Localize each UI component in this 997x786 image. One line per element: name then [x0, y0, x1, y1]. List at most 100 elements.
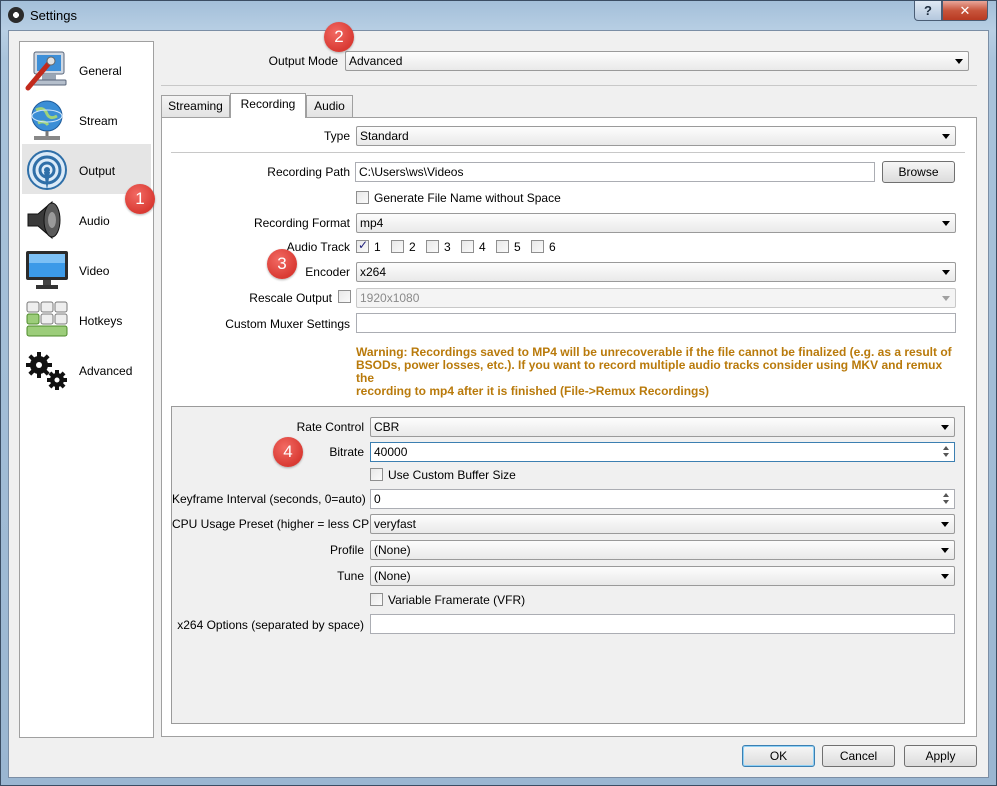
rescale-resolution-value: 1920x1080 — [360, 291, 420, 305]
keyframe-interval-input[interactable]: 0 — [370, 489, 955, 509]
sidebar-item-label: Audio — [79, 214, 110, 228]
audio-track-5-checkbox[interactable] — [496, 240, 509, 253]
profile-label: Profile — [329, 543, 364, 557]
help-button[interactable]: ? — [914, 1, 942, 21]
audio-track-3-checkbox[interactable] — [426, 240, 439, 253]
apply-button[interactable]: Apply — [904, 745, 977, 767]
keyboard-icon — [26, 301, 68, 337]
encoder-value: x264 — [360, 265, 387, 279]
chevron-down-icon — [941, 548, 949, 553]
rate-control-label: Rate Control — [296, 420, 364, 434]
profile-value: (None) — [374, 543, 411, 557]
chevron-down-icon — [942, 270, 950, 275]
rescale-resolution-select[interactable]: 1920x1080 — [356, 288, 956, 308]
rescale-output-checkbox[interactable] — [338, 290, 351, 303]
spin-up-icon[interactable] — [943, 446, 949, 450]
x264-options-label: x264 Options (separated by space) — [177, 618, 364, 632]
sidebar-item-advanced[interactable]: Advanced — [22, 344, 151, 394]
sidebar-item-label: Output — [79, 164, 116, 178]
recording-format-select[interactable]: mp4 — [356, 213, 956, 233]
rate-control-value: CBR — [374, 420, 400, 434]
tab-audio[interactable]: Audio — [306, 95, 353, 117]
audio-track-6-label: 6 — [549, 240, 556, 254]
audio-track-4-label: 4 — [479, 240, 486, 254]
audio-track-label: Audio Track — [286, 240, 350, 254]
tab-streaming[interactable]: Streaming — [161, 95, 230, 117]
vfr-label: Variable Framerate (VFR) — [388, 593, 526, 607]
spin-down-icon[interactable] — [943, 453, 949, 457]
keyframe-interval-value: 0 — [374, 492, 381, 506]
sidebar-item-label: Advanced — [79, 364, 133, 378]
tab-recording[interactable]: Recording — [230, 93, 306, 118]
sidebar-item-label: Stream — [79, 114, 118, 128]
title-bar[interactable]: Settings ? ✕ — [0, 0, 997, 30]
ok-button[interactable]: OK — [742, 745, 815, 767]
cpu-preset-value: veryfast — [374, 517, 417, 531]
audio-track-2-checkbox[interactable] — [391, 240, 404, 253]
x264-options-input[interactable] — [370, 614, 955, 634]
spin-down-icon[interactable] — [943, 500, 949, 504]
type-label: Type — [323, 129, 350, 143]
settings-sidebar: General Stream Output Audio Video Hotkey… — [19, 41, 154, 738]
profile-select[interactable]: (None) — [370, 540, 955, 560]
bitrate-spinner[interactable] — [940, 444, 953, 460]
general-icon — [25, 51, 67, 91]
bitrate-value: 40000 — [374, 445, 408, 459]
obs-logo-icon — [8, 7, 24, 23]
custom-muxer-label: Custom Muxer Settings — [225, 317, 350, 331]
close-button[interactable]: ✕ — [942, 1, 988, 21]
sidebar-item-label: Hotkeys — [79, 314, 123, 328]
annotation-badge-1: 1 — [125, 184, 155, 214]
custom-muxer-input[interactable] — [356, 313, 956, 333]
encoder-label: Encoder — [305, 265, 350, 279]
warning-line: BSODs, power losses, etc.). If you want … — [356, 358, 943, 385]
tune-value: (None) — [374, 569, 411, 583]
chevron-down-icon — [955, 59, 963, 64]
annotation-badge-2: 2 — [324, 22, 354, 52]
sidebar-item-label: Video — [79, 264, 110, 278]
chevron-down-icon — [942, 221, 950, 226]
sidebar-item-hotkeys[interactable]: Hotkeys — [22, 294, 151, 344]
type-value: Standard — [360, 129, 409, 143]
output-mode-select[interactable]: Advanced — [345, 51, 969, 71]
cpu-preset-select[interactable]: veryfast — [370, 514, 955, 534]
annotation-badge-4: 4 — [273, 437, 303, 467]
recording-path-label: Recording Path — [267, 165, 350, 179]
sidebar-item-general[interactable]: General — [22, 44, 151, 94]
encoder-select[interactable]: x264 — [356, 262, 956, 282]
audio-track-1-checkbox[interactable] — [356, 238, 369, 253]
rescale-output-label: Rescale Output — [249, 291, 332, 305]
type-select[interactable]: Standard — [356, 126, 956, 146]
recording-path-input[interactable]: C:\Users\ws\Videos — [355, 162, 875, 182]
monitor-icon — [26, 251, 68, 289]
divider — [171, 152, 965, 153]
sidebar-item-label: General — [79, 64, 122, 78]
sidebar-item-video[interactable]: Video — [22, 244, 151, 294]
bitrate-label: Bitrate — [329, 445, 364, 459]
tune-select[interactable]: (None) — [370, 566, 955, 586]
output-broadcast-icon — [27, 150, 67, 190]
rate-control-select[interactable]: CBR — [370, 417, 955, 437]
bitrate-input[interactable]: 40000 — [370, 442, 955, 462]
browse-button[interactable]: Browse — [882, 161, 955, 183]
annotation-badge-3: 3 — [267, 249, 297, 279]
sidebar-item-stream[interactable]: Stream — [22, 94, 151, 144]
recording-format-value: mp4 — [360, 216, 384, 230]
custom-buffer-checkbox[interactable] — [370, 468, 383, 481]
chevron-down-icon — [941, 574, 949, 579]
warning-line: recording to mp4 after it is finished (F… — [356, 384, 710, 398]
audio-track-4-checkbox[interactable] — [461, 240, 474, 253]
audio-track-6-checkbox[interactable] — [531, 240, 544, 253]
speaker-icon — [27, 200, 61, 240]
recording-format-label: Recording Format — [253, 216, 350, 230]
vfr-checkbox[interactable] — [370, 593, 383, 606]
generate-filename-checkbox[interactable] — [356, 191, 369, 204]
spin-up-icon[interactable] — [943, 493, 949, 497]
audio-track-3-label: 3 — [444, 240, 451, 254]
output-mode-value: Advanced — [349, 54, 403, 68]
chevron-down-icon — [941, 522, 949, 527]
divider — [161, 85, 977, 86]
cancel-button[interactable]: Cancel — [822, 745, 895, 767]
keyframe-spinner[interactable] — [940, 491, 953, 507]
generate-filename-label: Generate File Name without Space — [374, 191, 561, 205]
